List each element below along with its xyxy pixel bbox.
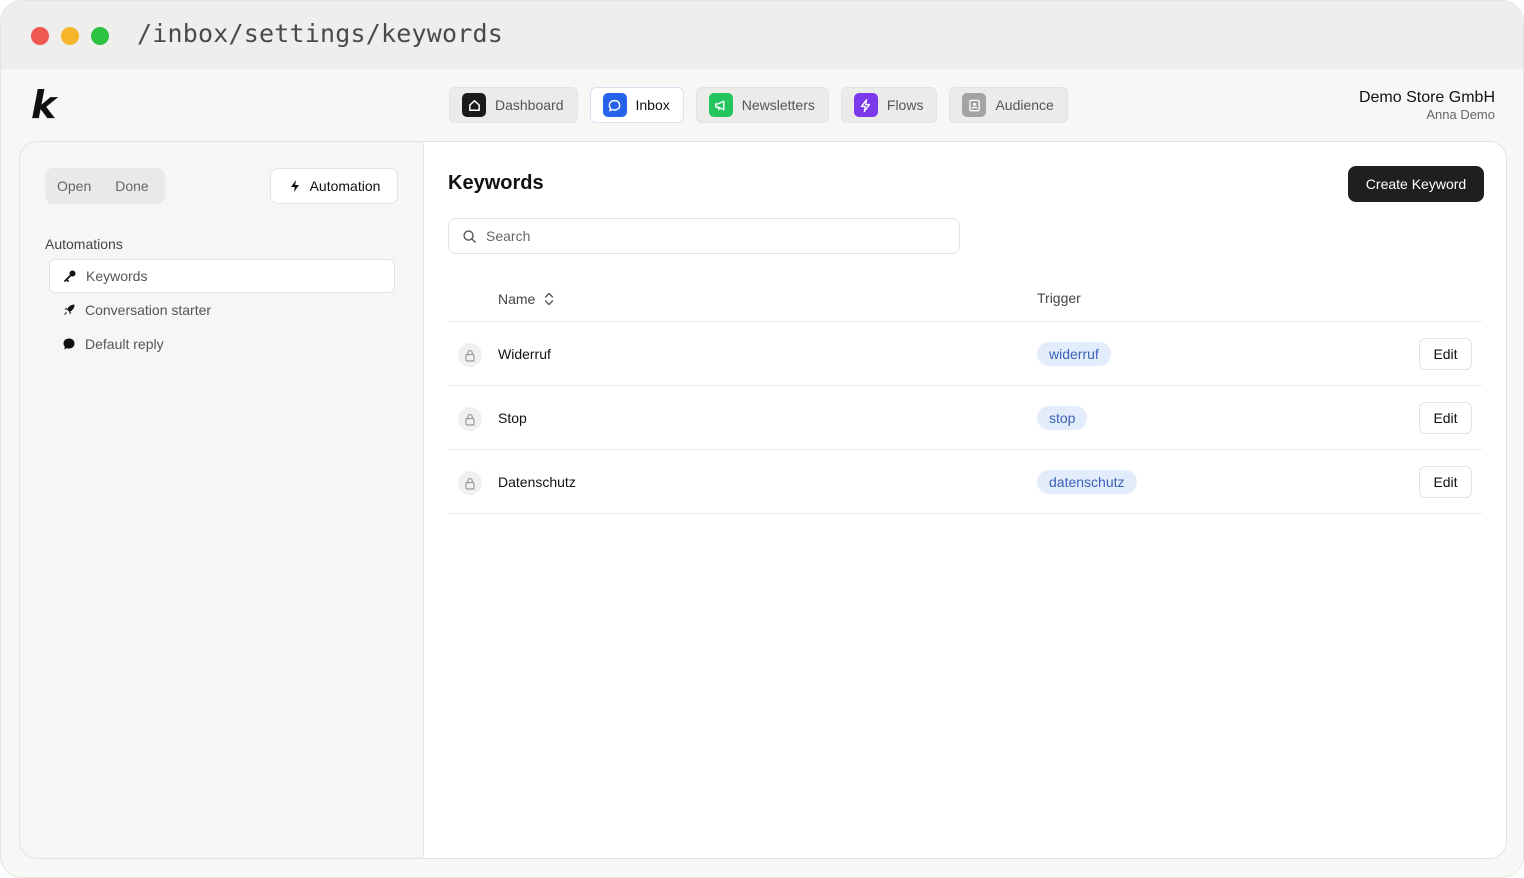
nav-tab-label: Audience [995, 97, 1054, 113]
table-header: Name Trigger [448, 278, 1482, 322]
nav-tab-flows[interactable]: Flows [840, 87, 938, 123]
automation-button-label: Automation [309, 178, 381, 194]
nav-tab-newsletters[interactable]: Newsletters [695, 87, 829, 123]
column-header-label: Name [498, 291, 536, 307]
trigger-badge: widerruf [1037, 341, 1111, 366]
segment-done[interactable]: Done [103, 178, 160, 194]
dashboard-icon [462, 93, 486, 117]
sidebar: Open Done Automation Automations Keyword… [20, 142, 424, 858]
logo[interactable]: k [31, 85, 65, 125]
edit-button[interactable]: Edit [1419, 401, 1472, 434]
lock-icon [458, 407, 482, 431]
segment-open[interactable]: Open [45, 178, 103, 194]
nav-tab-label: Dashboard [495, 97, 564, 113]
table-row: Stop stop Edit [448, 386, 1482, 450]
key-icon [64, 270, 76, 282]
create-keyword-button[interactable]: Create Keyword [1348, 166, 1484, 202]
url-path: /inbox/settings/keywords [137, 19, 504, 48]
nav-tab-inbox[interactable]: Inbox [589, 87, 684, 123]
content-panel: Open Done Automation Automations Keyword… [19, 141, 1507, 859]
status-segmented-control: Open Done [45, 168, 165, 204]
sidebar-item-label: Default reply [85, 336, 164, 352]
automations-list: Keywords Conversation starter Default re… [49, 259, 395, 361]
close-window-button[interactable] [31, 27, 49, 45]
account-menu[interactable]: Demo Store GmbH Anna Demo [1359, 89, 1495, 123]
title-bar: /inbox/settings/keywords [1, 1, 1523, 69]
chat-bubble-icon [63, 338, 75, 350]
search-input[interactable] [486, 228, 926, 244]
search-icon [463, 229, 476, 243]
nav-tab-label: Flows [886, 97, 924, 113]
company-name: Demo Store GmbH [1358, 89, 1495, 106]
edit-button[interactable]: Edit [1419, 337, 1472, 370]
megaphone-icon [708, 93, 733, 117]
edit-button[interactable]: Edit [1419, 465, 1472, 498]
automation-button[interactable]: Automation [270, 168, 398, 204]
inbox-icon [602, 93, 627, 117]
trigger-badge: stop [1037, 405, 1088, 430]
sidebar-item-label: Keywords [86, 268, 148, 284]
keyword-name: Widerruf [498, 345, 551, 362]
sort-icon [545, 292, 554, 306]
keyword-name: Datenschutz [498, 473, 576, 490]
nav-tab-audience[interactable]: Audience [949, 87, 1068, 123]
trigger-badge: datenschutz [1037, 469, 1137, 494]
lightning-icon [853, 93, 878, 117]
search-box [448, 218, 960, 254]
app-shell: k Dashboard Inbox Newsletters Flows Audi… [3, 69, 1523, 877]
nav-tab-label: Inbox [635, 97, 670, 113]
rocket-icon [63, 304, 75, 316]
sidebar-item-conversation-starter[interactable]: Conversation starter [49, 293, 395, 327]
minimize-window-button[interactable] [61, 27, 79, 45]
top-navigation: Dashboard Inbox Newsletters Flows Audien… [449, 87, 1068, 123]
lock-icon [458, 471, 482, 495]
nav-tab-label: Newsletters [741, 97, 815, 113]
column-header-trigger: Trigger [1037, 290, 1081, 306]
nav-tab-dashboard[interactable]: Dashboard [449, 87, 578, 123]
keyword-name: Stop [498, 409, 527, 426]
page-title: Keywords [448, 172, 544, 194]
lock-icon [458, 343, 482, 367]
user-name: Anna Demo [1426, 107, 1495, 122]
table-row: Widerruf widerruf Edit [448, 322, 1482, 386]
sidebar-item-default-reply[interactable]: Default reply [49, 327, 395, 361]
table-row: Datenschutz datenschutz Edit [448, 450, 1482, 514]
keywords-table: Name Trigger Widerruf widerruf Edit Stop… [448, 278, 1482, 514]
sidebar-item-keywords[interactable]: Keywords [49, 259, 395, 293]
lightning-icon [290, 180, 299, 192]
column-header-name[interactable]: Name [498, 290, 555, 308]
main-content: Keywords Create Keyword Name Trigger [424, 142, 1506, 858]
contact-icon [962, 93, 987, 117]
browser-window: /inbox/settings/keywords k Dashboard Inb… [0, 0, 1524, 878]
maximize-window-button[interactable] [91, 27, 109, 45]
automations-heading: Automations [45, 236, 123, 252]
sidebar-item-label: Conversation starter [85, 302, 212, 318]
